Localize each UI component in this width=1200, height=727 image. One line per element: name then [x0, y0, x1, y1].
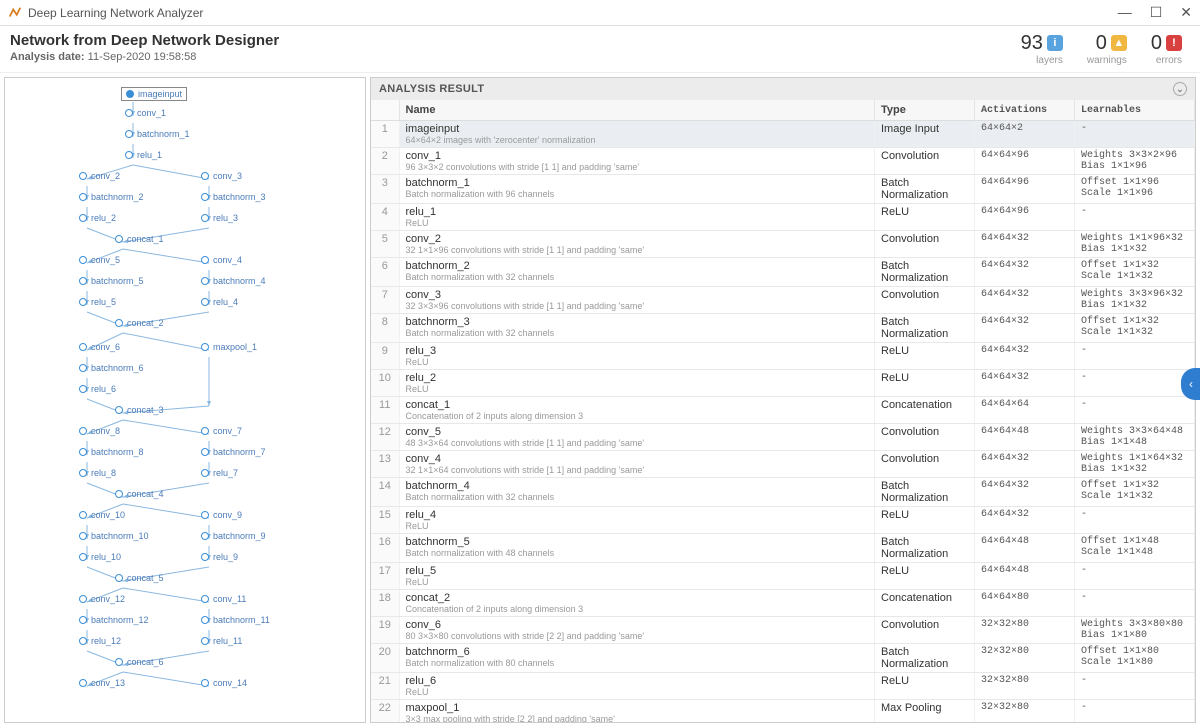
graph-node[interactable]: batchnorm_10 — [79, 531, 149, 541]
graph-node[interactable]: relu_7 — [201, 468, 238, 478]
graph-node[interactable]: conv_9 — [201, 510, 242, 520]
collapse-icon[interactable]: ⌄ — [1173, 82, 1187, 96]
graph-node[interactable]: relu_3 — [201, 213, 238, 223]
graph-node[interactable]: concat_3 — [115, 405, 164, 415]
error-icon: ! — [1166, 35, 1182, 51]
col-activations[interactable]: Activations — [975, 100, 1075, 121]
maximize-button[interactable]: ☐ — [1150, 4, 1163, 21]
graph-node[interactable]: relu_10 — [79, 552, 121, 562]
stat-warnings: 0▲ warnings — [1087, 32, 1127, 66]
table-row[interactable]: 4 relu_1ReLU ReLU 64×64×96 - — [371, 204, 1195, 231]
table-row[interactable]: 19 conv_680 3×3×80 convolutions with str… — [371, 617, 1195, 644]
graph-node[interactable]: batchnorm_12 — [79, 615, 149, 625]
table-row[interactable]: 8 batchnorm_3Batch normalization with 32… — [371, 314, 1195, 343]
layers-table: Name Type Activations Learnables 1 image… — [371, 100, 1195, 723]
graph-node[interactable]: conv_10 — [79, 510, 125, 520]
graph-node[interactable]: relu_11 — [201, 636, 242, 646]
graph-node[interactable]: relu_4 — [201, 297, 238, 307]
graph-node[interactable]: batchnorm_11 — [201, 615, 270, 625]
graph-node[interactable]: relu_1 — [125, 150, 162, 160]
graph-node[interactable]: conv_14 — [201, 678, 247, 688]
table-row[interactable]: 15 relu_4ReLU ReLU 64×64×32 - — [371, 507, 1195, 534]
graph-node[interactable]: batchnorm_1 — [125, 129, 190, 139]
minimize-button[interactable]: — — [1118, 4, 1132, 21]
graph-node[interactable]: concat_1 — [115, 234, 164, 244]
graph-node[interactable]: conv_8 — [79, 426, 120, 436]
graph-node[interactable]: relu_9 — [201, 552, 238, 562]
result-section-title: ANALYSIS RESULT — [379, 83, 484, 95]
table-row[interactable]: 9 relu_3ReLU ReLU 64×64×32 - — [371, 343, 1195, 370]
stat-errors: 0! errors — [1151, 32, 1182, 66]
graph-node[interactable]: conv_11 — [201, 594, 246, 604]
graph-node[interactable]: conv_7 — [201, 426, 242, 436]
analysis-date: Analysis date: 11-Sep-2020 19:58:58 — [10, 51, 1021, 63]
graph-node[interactable]: concat_4 — [115, 489, 164, 499]
table-row[interactable]: 7 conv_332 3×3×96 convolutions with stri… — [371, 287, 1195, 314]
table-row[interactable]: 5 conv_232 1×1×96 convolutions with stri… — [371, 231, 1195, 258]
table-row[interactable]: 6 batchnorm_2Batch normalization with 32… — [371, 258, 1195, 287]
graph-node[interactable]: conv_2 — [79, 171, 120, 181]
table-row[interactable]: 14 batchnorm_4Batch normalization with 3… — [371, 478, 1195, 507]
graph-node[interactable]: relu_5 — [79, 297, 116, 307]
graph-node[interactable]: concat_2 — [115, 318, 164, 328]
analysis-result-pane: ANALYSIS RESULT ⌄ Name Type Activations … — [370, 77, 1196, 723]
graph-node[interactable]: relu_12 — [79, 636, 121, 646]
table-row[interactable]: 17 relu_5ReLU ReLU 64×64×48 - — [371, 563, 1195, 590]
graph-node[interactable]: imageinput — [121, 87, 187, 101]
table-row[interactable]: 2 conv_196 3×3×2 convolutions with strid… — [371, 148, 1195, 175]
graph-node[interactable]: relu_8 — [79, 468, 116, 478]
graph-node[interactable]: conv_12 — [79, 594, 125, 604]
graph-node[interactable]: concat_5 — [115, 573, 164, 583]
col-index[interactable] — [371, 100, 399, 121]
table-row[interactable]: 22 maxpool_13×3 max pooling with stride … — [371, 700, 1195, 723]
window-title: Deep Learning Network Analyzer — [28, 6, 1118, 20]
table-row[interactable]: 21 relu_6ReLU ReLU 32×32×80 - — [371, 673, 1195, 700]
table-row[interactable]: 18 concat_2Concatenation of 2 inputs alo… — [371, 590, 1195, 617]
graph-node[interactable]: conv_13 — [79, 678, 125, 688]
side-drawer-tab[interactable]: ‹ — [1181, 368, 1200, 400]
graph-node[interactable]: relu_6 — [79, 384, 116, 394]
table-row[interactable]: 10 relu_2ReLU ReLU 64×64×32 - — [371, 370, 1195, 397]
graph-node[interactable]: conv_6 — [79, 342, 120, 352]
graph-node[interactable]: batchnorm_3 — [201, 192, 266, 202]
network-graph-pane[interactable]: imageinputconv_1batchnorm_1relu_1conv_2c… — [4, 77, 366, 723]
graph-node[interactable]: batchnorm_8 — [79, 447, 144, 457]
graph-node[interactable]: relu_2 — [79, 213, 116, 223]
page-title: Network from Deep Network Designer — [10, 32, 1021, 49]
app-logo-icon — [8, 6, 22, 20]
col-type[interactable]: Type — [875, 100, 975, 121]
graph-node[interactable]: batchnorm_6 — [79, 363, 144, 373]
table-row[interactable]: 11 concat_1Concatenation of 2 inputs alo… — [371, 397, 1195, 424]
graph-node[interactable]: batchnorm_2 — [79, 192, 144, 202]
close-button[interactable]: ✕ — [1180, 4, 1192, 21]
col-learnables[interactable]: Learnables — [1075, 100, 1195, 121]
table-row[interactable]: 13 conv_432 1×1×64 convolutions with str… — [371, 451, 1195, 478]
graph-node[interactable]: conv_5 — [79, 255, 120, 265]
graph-node[interactable]: concat_6 — [115, 657, 164, 667]
graph-node[interactable]: batchnorm_9 — [201, 531, 266, 541]
info-icon: i — [1047, 35, 1063, 51]
graph-node[interactable]: batchnorm_5 — [79, 276, 144, 286]
table-row[interactable]: 16 batchnorm_5Batch normalization with 4… — [371, 534, 1195, 563]
titlebar: Deep Learning Network Analyzer — ☐ ✕ — [0, 0, 1200, 26]
table-row[interactable]: 12 conv_548 3×3×64 convolutions with str… — [371, 424, 1195, 451]
header: Network from Deep Network Designer Analy… — [0, 26, 1200, 73]
warning-icon: ▲ — [1111, 35, 1127, 51]
graph-node[interactable]: conv_4 — [201, 255, 242, 265]
col-name[interactable]: Name — [399, 100, 875, 121]
table-row[interactable]: 1 imageinput64×64×2 images with 'zerocen… — [371, 121, 1195, 148]
graph-node[interactable]: conv_3 — [201, 171, 242, 181]
graph-node[interactable]: conv_1 — [125, 108, 166, 118]
table-row[interactable]: 20 batchnorm_6Batch normalization with 8… — [371, 644, 1195, 673]
stat-layers: 93i layers — [1021, 32, 1063, 66]
graph-node[interactable]: batchnorm_4 — [201, 276, 266, 286]
graph-node[interactable]: maxpool_1 — [201, 342, 257, 352]
graph-node[interactable]: batchnorm_7 — [201, 447, 266, 457]
table-row[interactable]: 3 batchnorm_1Batch normalization with 96… — [371, 175, 1195, 204]
